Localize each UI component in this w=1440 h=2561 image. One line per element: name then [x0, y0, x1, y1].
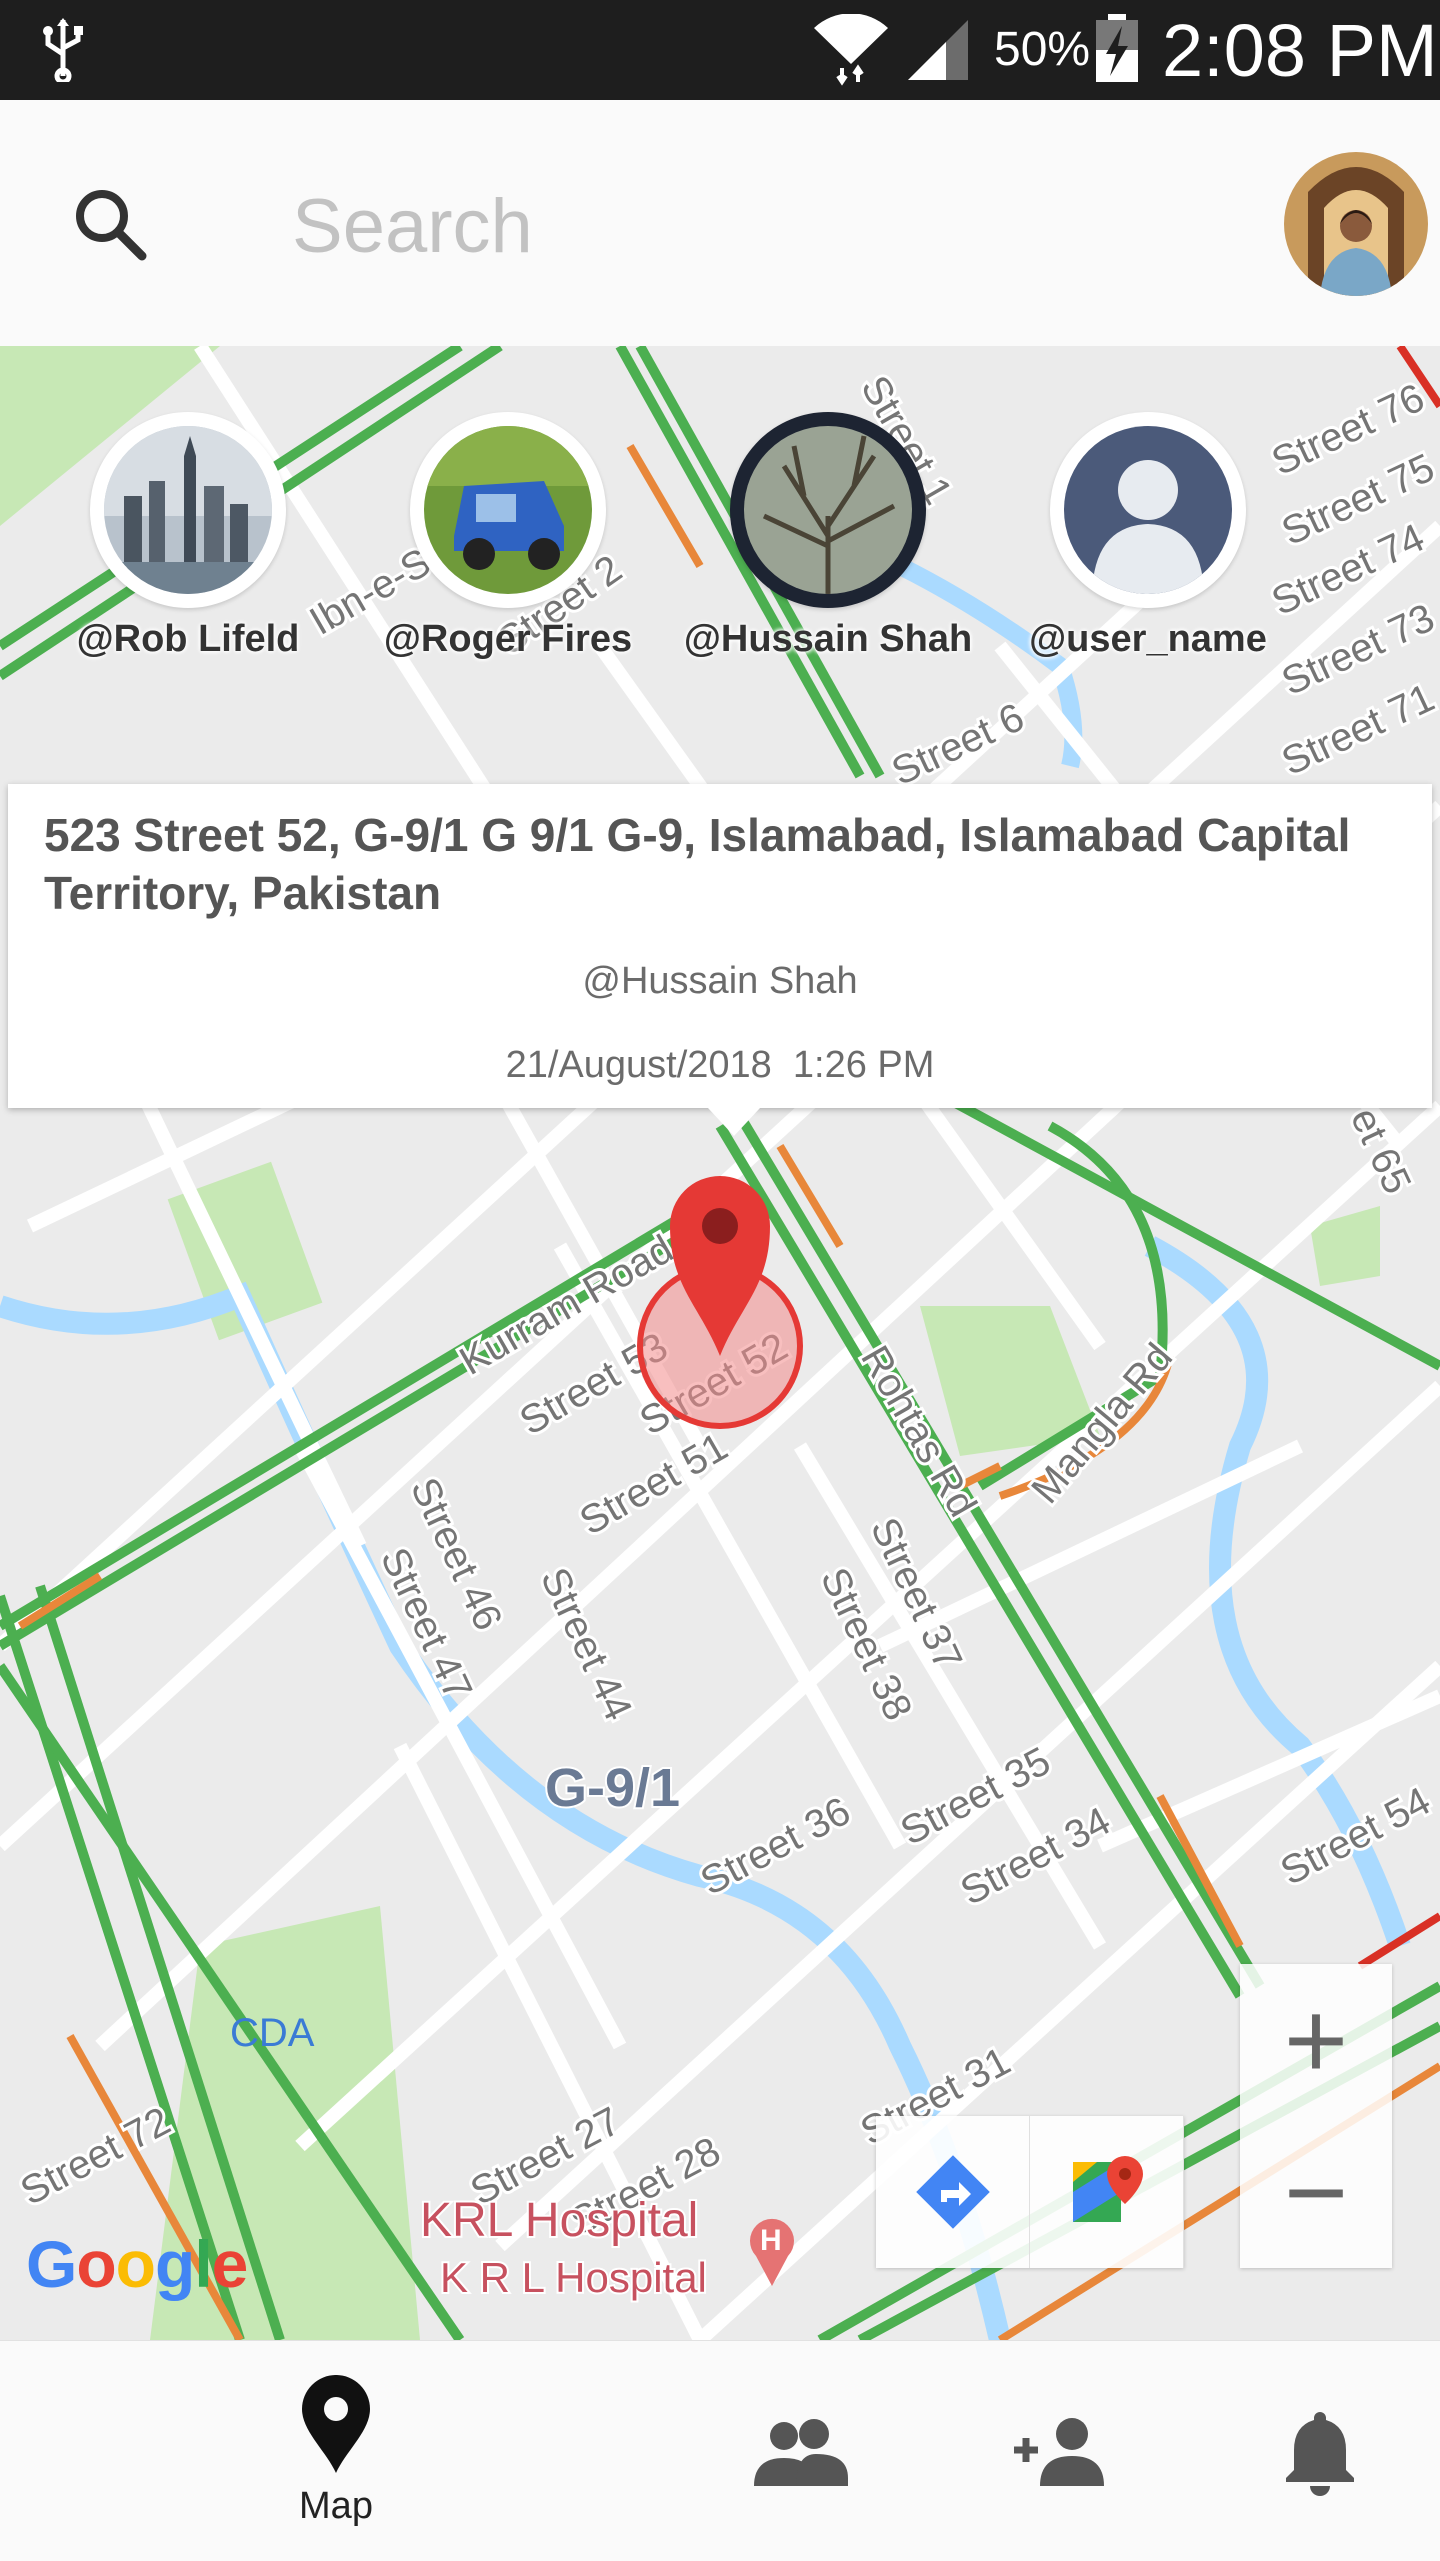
- place-label-cda: CDA: [230, 2011, 315, 2055]
- place-label-krl-2: K R L Hospital: [440, 2254, 707, 2301]
- location-user: @Hussain Shah: [582, 960, 858, 1002]
- signal-icon: [908, 20, 968, 80]
- location-info-window[interactable]: 523 Street 52, G-9/1 G 9/1 G-9, Islamaba…: [8, 784, 1432, 1136]
- svg-text:H: H: [760, 2224, 782, 2257]
- directions-icon: [915, 2155, 990, 2229]
- map-view[interactable]: Street 1 Street 2 Street 6 Street 76 Str…: [0, 346, 1440, 2340]
- zoom-out-button[interactable]: −: [1240, 2116, 1392, 2268]
- zoom-controls: + −: [1240, 1964, 1392, 2268]
- friend-photo: [424, 426, 592, 594]
- bottom-navigation: Map: [0, 2340, 1440, 2561]
- friend-avatar[interactable]: @user_name: [998, 412, 1298, 662]
- place-label-krl: KRL Hospital: [420, 2194, 698, 2247]
- nav-map[interactable]: Map: [236, 2341, 436, 2561]
- area-label: G-9/1: [545, 1758, 680, 1818]
- directions-button[interactable]: [876, 2116, 1030, 2268]
- bell-icon: [1286, 2412, 1354, 2496]
- friend-avatar-selected[interactable]: @Hussain Shah: [678, 412, 978, 662]
- friend-photo: [744, 426, 912, 594]
- battery-percent: 50%: [994, 23, 1091, 76]
- search-input[interactable]: [290, 180, 1194, 272]
- friend-name: @Hussain Shah: [683, 618, 973, 660]
- default-avatar-icon: [1064, 426, 1232, 594]
- google-attribution: Google: [26, 2227, 248, 2301]
- nav-notifications[interactable]: [1240, 2341, 1400, 2561]
- location-address: 523 Street 52, G-9/1 G 9/1 G-9, Islamaba…: [44, 809, 1351, 919]
- search-icon[interactable]: [70, 184, 150, 264]
- location-timestamp: 21/August/2018 1:26 PM: [505, 1044, 935, 1086]
- google-maps-icon: [1072, 2156, 1143, 2222]
- search-bar: [0, 100, 1440, 346]
- clock: 2:08 PM: [1162, 9, 1438, 92]
- friend-avatar[interactable]: @Rob Lifeld: [38, 412, 338, 662]
- map-toolbar: [876, 2116, 1184, 2268]
- nav-add-friend[interactable]: [980, 2341, 1140, 2561]
- status-bar: 50% 2:08 PM: [0, 0, 1440, 100]
- group-icon: [754, 2419, 848, 2486]
- friend-name: @user_name: [1029, 618, 1267, 660]
- nav-friends[interactable]: [720, 2341, 880, 2561]
- zoom-in-button[interactable]: +: [1240, 1964, 1392, 2116]
- wifi-icon: [814, 14, 888, 86]
- friend-name: @Roger Fires: [383, 618, 633, 660]
- usb-icon: [43, 18, 83, 82]
- map-marker-icon: [302, 2374, 370, 2473]
- info-window-pointer: [708, 1108, 760, 1136]
- add-person-icon: [1014, 2418, 1104, 2486]
- battery-charging-icon: [1096, 14, 1138, 82]
- friend-photo: [104, 426, 272, 594]
- nav-map-label: Map: [299, 2484, 373, 2527]
- friend-name: @Rob Lifeld: [76, 618, 300, 660]
- friend-avatar[interactable]: @Roger Fires: [358, 412, 658, 662]
- avatar[interactable]: [1284, 152, 1428, 296]
- open-in-maps-button[interactable]: [1030, 2116, 1184, 2268]
